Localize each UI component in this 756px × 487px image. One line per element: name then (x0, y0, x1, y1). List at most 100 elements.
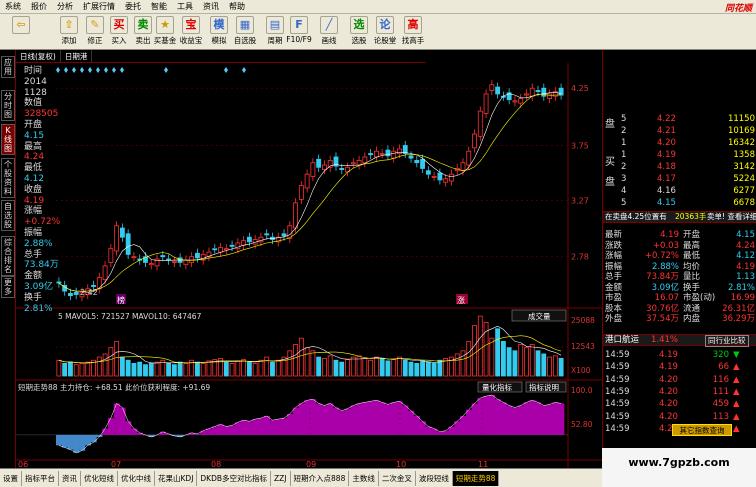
candle-body (131, 256, 137, 259)
toolbar-button[interactable]: ⇦ (8, 16, 34, 48)
volume-indicator-label: 5 MAVOL5: 721527 MAVOL10: 647467 (58, 312, 202, 321)
candle-body (518, 98, 524, 104)
menu-item[interactable]: 工具 (172, 0, 198, 14)
indicator-tab[interactable]: DKDB多空对比指标 (197, 470, 272, 486)
indicator-tab[interactable]: 二次金叉 (379, 470, 416, 486)
menu-item[interactable]: 报价 (26, 0, 52, 14)
left-tab[interactable]: 更多 (1, 276, 15, 298)
quote-value: 26.31亿 (722, 303, 755, 314)
menu-item[interactable]: 系统 (0, 0, 26, 14)
menu-item[interactable]: 智能 (146, 0, 172, 14)
indicator-tab[interactable]: 指标平台 (22, 470, 59, 486)
order-volume: 6678 (733, 198, 755, 208)
toolbar-button[interactable]: ╱ 画线 (316, 16, 342, 48)
menu-item[interactable]: 帮助 (224, 0, 250, 14)
indicator-tab[interactable]: 优化中线 (118, 470, 155, 486)
volume-bar (171, 364, 177, 377)
tick-price: 4.20 (659, 399, 678, 410)
chart-tab[interactable]: 日线(复权) (16, 50, 61, 62)
order-price: 4.21 (657, 126, 676, 136)
indicator-tab[interactable]: 花果山KDJ (155, 470, 198, 486)
indicator-tab[interactable]: 短期介入点888 (291, 470, 350, 486)
left-tab[interactable]: 个股资料 (1, 158, 15, 198)
quote-label: 开盘 (683, 230, 701, 240)
quote-label: 最新 (605, 230, 623, 240)
other-index-query-button[interactable]: 其它指数查询 (672, 424, 732, 436)
indicator-tab[interactable]: 资讯 (59, 470, 81, 486)
industry-change: 1.41% (651, 335, 679, 345)
menu-item[interactable]: 委托 (120, 0, 146, 14)
left-tab[interactable]: 自选股 (1, 200, 15, 231)
oscillator-area-bar (361, 402, 369, 435)
quote-value: 4.19 (736, 261, 755, 272)
volume-bar (414, 362, 420, 377)
info-panel-row: 4.12 (24, 174, 45, 184)
quote-label: 市盈(动) (683, 293, 716, 303)
menu-item[interactable]: 资讯 (198, 0, 224, 14)
kline-chart-area[interactable]: 4.744.253.753.272.782.42榜涨5 MAVOL5: 7215… (16, 28, 602, 469)
candle-body (229, 244, 235, 247)
left-tab[interactable]: 分时图 (1, 90, 15, 121)
chart-tab[interactable]: 日期港 (61, 50, 93, 62)
toolbar-button[interactable]: 选选股 (346, 16, 372, 48)
indicator-tab[interactable]: 短期走势88 (452, 470, 500, 486)
signal-diamond (80, 67, 84, 73)
toolbar-button[interactable]: ▦ 自选股 (232, 16, 258, 48)
kline-chart-svg[interactable]: 4.744.253.753.272.782.42榜涨5 MAVOL5: 7215… (16, 28, 602, 469)
price-axis-label: 3.75 (571, 142, 589, 151)
volume-bar (195, 361, 200, 377)
toolbar-button[interactable]: ✎ 修正 (82, 16, 108, 48)
left-tab[interactable]: 综合排名 (1, 236, 15, 276)
indicator-tab[interactable]: ZZJ (271, 470, 291, 486)
toolbar-button[interactable]: ⇧ 添加 (56, 16, 82, 48)
oscillator-area-bar (558, 403, 565, 435)
order-alert-volume: 20363手 (675, 212, 707, 221)
oscillator-area-bar (483, 396, 490, 435)
signal-diamond (88, 67, 92, 73)
quote-value: 16.99 (730, 293, 755, 303)
toolbar-button-label: 画线 (321, 36, 337, 45)
quote-label: 涨跌 (605, 240, 623, 251)
oscillator-area-bar (390, 402, 397, 435)
oscillator-area-bar (119, 407, 126, 435)
oscillator-area-bar (506, 405, 513, 435)
candle-body (183, 259, 189, 266)
tick-time: 14:59 (605, 374, 630, 385)
oscillator-area-bar (512, 407, 519, 435)
volume-bar (402, 359, 408, 377)
indicator-tab[interactable]: 优化短线 (81, 470, 118, 486)
down-arrow-icon: ▼ (733, 350, 740, 360)
toolbar-button[interactable]: ▤ 周期 (262, 16, 288, 48)
quote-value: 16.07 (654, 293, 679, 303)
left-tab[interactable]: K线图 (1, 124, 15, 155)
toolbar-button[interactable]: 论论股堂 (372, 16, 398, 48)
oscillator-area-bar (304, 400, 311, 435)
candle-body (425, 170, 431, 175)
indicator-tab[interactable]: 主数线 (349, 470, 379, 486)
toolbar-button[interactable]: 买买入 (106, 16, 132, 48)
indicator-tab[interactable]: 设置 (0, 470, 22, 486)
toolbar-button[interactable]: 宝收益宝 (178, 16, 204, 48)
candle-body (512, 100, 518, 103)
menu-item[interactable]: 扩展行情 (78, 0, 120, 14)
toolbar-button[interactable]: 模模拟 (206, 16, 232, 48)
info-panel-row: 73.84万 (24, 260, 59, 271)
toolbar-button[interactable]: 高找高手 (400, 16, 426, 48)
indicator-tab[interactable]: 波段短线 (416, 470, 453, 486)
tick-price: 4.20 (659, 386, 678, 397)
industry-compare-button[interactable]: 同行业比较 (705, 335, 749, 347)
volume-bar (506, 347, 512, 377)
menu-item[interactable]: 分析 (52, 0, 78, 14)
volume-bar (333, 359, 339, 377)
left-tab[interactable]: 应用 (1, 56, 15, 78)
candle-body (420, 158, 425, 169)
toolbar-button[interactable]: ★ 买基金 (152, 16, 178, 48)
volume-bar (166, 362, 171, 377)
quote-value: 2.88% (651, 261, 679, 272)
info-panel-row: 2.81% (24, 303, 53, 314)
volume-bar (420, 360, 425, 377)
toolbar-button-label: 买基金 (153, 36, 177, 45)
volume-bar (287, 350, 293, 377)
toolbar-button[interactable]: F F10/F9 (286, 16, 312, 48)
info-panel-row: 2.88% (24, 238, 53, 249)
